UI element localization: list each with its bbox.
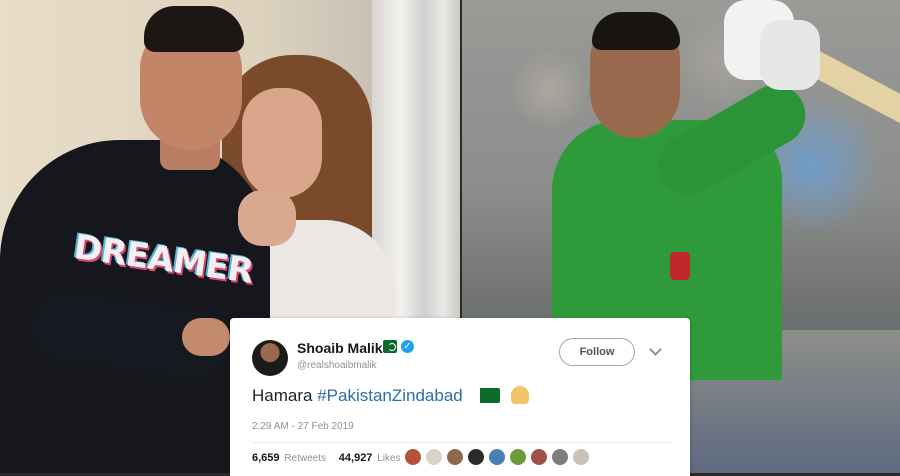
liker-avatar[interactable] — [447, 449, 463, 465]
pakistan-flag-icon — [383, 340, 397, 353]
batting-glove-2 — [760, 20, 820, 90]
retweets-count: 6,659 — [252, 452, 280, 464]
folded-hands-icon — [511, 386, 530, 404]
pakistan-flag-emoji-icon — [475, 388, 501, 403]
follow-button[interactable]: Follow — [559, 338, 635, 366]
liker-avatar[interactable] — [573, 449, 589, 465]
likes-label: Likes — [377, 453, 401, 464]
tweet-text: Hamara #PakistanZindabad — [252, 386, 530, 406]
divider — [252, 442, 672, 443]
tweet-handle[interactable]: @realshoaibmalik — [297, 360, 377, 371]
hashtag-link[interactable]: #PakistanZindabad — [317, 386, 463, 405]
likes-count: 44,927 — [338, 452, 373, 464]
liker-avatar[interactable] — [510, 449, 526, 465]
player-hair — [592, 12, 680, 50]
tweet-stats: 6,659 Retweets 44,927 Likes — [252, 452, 401, 464]
tweet-timestamp[interactable]: 2:29 AM - 27 Feb 2019 — [252, 421, 354, 432]
liker-avatar[interactable] — [426, 449, 442, 465]
tweet-author-name[interactable]: Shoaib Malik — [297, 340, 383, 356]
woman-hand — [238, 190, 296, 246]
jersey-badge — [670, 252, 690, 280]
avatar[interactable] — [252, 340, 288, 376]
liker-avatar[interactable] — [531, 449, 547, 465]
woman-face — [242, 88, 322, 198]
liker-avatar[interactable] — [552, 449, 568, 465]
man-hair — [144, 6, 244, 52]
verified-icon: ✓ — [401, 340, 414, 353]
liker-avatar[interactable] — [489, 449, 505, 465]
chevron-down-icon[interactable] — [649, 343, 662, 356]
tweet-text-prefix: Hamara — [252, 386, 313, 405]
man-hand — [182, 318, 230, 356]
retweets-stat[interactable]: 6,659 Retweets — [252, 452, 326, 464]
tweet-card: Shoaib Malik ✓ @realshoaibmalik Follow H… — [230, 318, 690, 476]
likes-stat[interactable]: 44,927 Likes — [338, 452, 401, 464]
liker-avatar[interactable] — [468, 449, 484, 465]
liker-avatars — [405, 449, 594, 465]
retweets-label: Retweets — [284, 453, 326, 464]
liker-avatar[interactable] — [405, 449, 421, 465]
